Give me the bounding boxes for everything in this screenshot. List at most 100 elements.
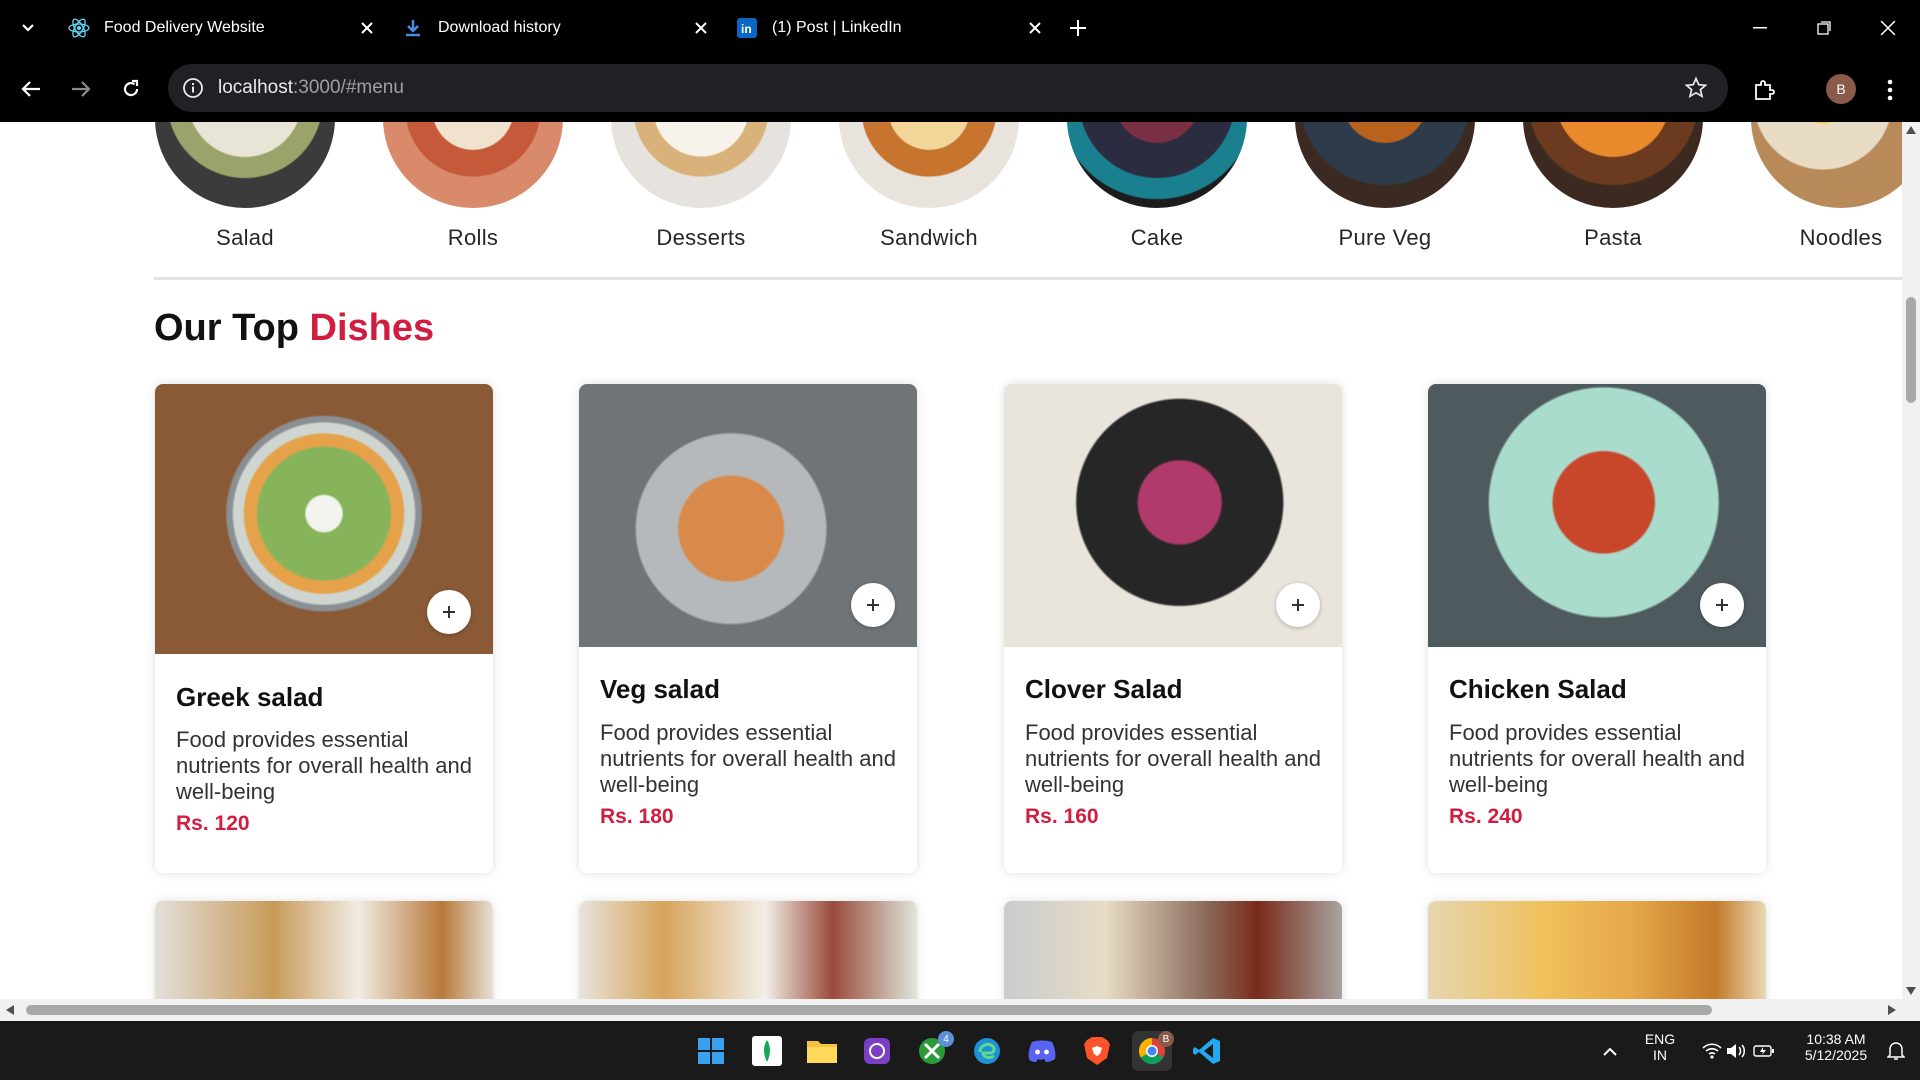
- xbox-icon[interactable]: 4: [912, 1031, 954, 1071]
- profile-avatar[interactable]: B: [1826, 74, 1856, 104]
- scroll-right-icon[interactable]: [1888, 1005, 1896, 1015]
- dish-photo: [1004, 384, 1342, 647]
- category-image: [155, 122, 335, 208]
- forward-arrow-icon[interactable]: [64, 72, 98, 106]
- show-hidden-icons-chevron-icon[interactable]: [1590, 1031, 1630, 1071]
- close-tab-icon[interactable]: [354, 15, 380, 41]
- dish-card[interactable]: Clover Salad Food provides essential nut…: [1004, 384, 1342, 873]
- dish-card[interactable]: Veg salad Food provides essential nutrie…: [579, 384, 917, 873]
- clock-time: 10:38 AM: [1806, 1031, 1866, 1047]
- discord-icon[interactable]: [1022, 1031, 1062, 1071]
- mongodb-compass-icon[interactable]: [747, 1031, 787, 1071]
- chrome-icon[interactable]: B: [1132, 1031, 1174, 1071]
- dish-description: Food provides essential nutrients for ov…: [600, 720, 896, 797]
- tab-food-delivery[interactable]: Food Delivery Website: [56, 8, 390, 48]
- category-image: [1295, 122, 1475, 208]
- vscode-icon[interactable]: [1187, 1031, 1227, 1071]
- dish-name: Greek salad: [176, 682, 324, 712]
- linkedin-icon: in: [736, 17, 758, 39]
- bookmark-star-icon[interactable]: [1684, 76, 1708, 100]
- add-to-cart-plus-icon[interactable]: [427, 590, 471, 634]
- back-arrow-icon[interactable]: [14, 72, 48, 106]
- language-indicator[interactable]: ENG IN: [1640, 1031, 1680, 1063]
- add-to-cart-plus-icon[interactable]: [1276, 583, 1320, 627]
- category-label: Sandwich: [880, 225, 978, 250]
- category-image: [383, 122, 563, 208]
- new-tab-plus-icon[interactable]: [1062, 12, 1094, 44]
- category-label: Cake: [1130, 225, 1184, 250]
- svg-text:in: in: [741, 22, 752, 36]
- horizontal-scroll-thumb[interactable]: [26, 1005, 1712, 1015]
- notifications-bell-icon[interactable]: [1876, 1031, 1916, 1071]
- profile-badge: B: [1158, 1031, 1174, 1047]
- close-tab-icon[interactable]: [688, 15, 714, 41]
- extensions-puzzle-icon[interactable]: [1748, 74, 1780, 106]
- scroll-up-icon[interactable]: [1906, 126, 1916, 134]
- notification-badge: 4: [938, 1031, 954, 1047]
- dish-photo: [579, 384, 917, 647]
- dish-price: Rs. 180: [600, 805, 674, 828]
- menu-kebab-icon[interactable]: [1874, 74, 1906, 106]
- dish-photo: [579, 901, 917, 999]
- category-image: [839, 122, 1019, 208]
- horizontal-scrollbar[interactable]: [0, 999, 1920, 1021]
- dish-name: Clover Salad: [1025, 674, 1183, 704]
- category-label: Salad: [216, 225, 274, 250]
- restore-icon[interactable]: [1802, 8, 1846, 48]
- language-code: ENG: [1644, 1031, 1676, 1047]
- section-divider: [154, 277, 1902, 280]
- file-explorer-icon[interactable]: [802, 1031, 842, 1071]
- region-code: IN: [1653, 1047, 1667, 1063]
- download-icon: [402, 17, 424, 39]
- dish-price: Rs. 160: [1025, 805, 1099, 828]
- tab-strip: Food Delivery Website Download history i…: [0, 0, 1920, 56]
- category-label: Noodles: [1799, 225, 1883, 250]
- dish-card[interactable]: [1428, 901, 1766, 999]
- windows-taskbar: 4 B ENG IN 10:38 AM 5/12/2025: [0, 1021, 1920, 1080]
- dish-card[interactable]: [1004, 901, 1342, 999]
- vertical-scroll-thumb[interactable]: [1906, 297, 1916, 403]
- category-image: [611, 122, 791, 208]
- photo-app-icon[interactable]: [857, 1031, 897, 1071]
- minimize-icon[interactable]: [1738, 8, 1782, 48]
- close-tab-icon[interactable]: [1022, 15, 1048, 41]
- section-title-main: Our Top: [154, 307, 299, 349]
- section-title: Our Top Dishes: [154, 307, 434, 350]
- page-viewport: Salad Rolls Desserts Sandwich Cake Pure …: [0, 122, 1902, 999]
- add-to-cart-plus-icon[interactable]: [851, 583, 895, 627]
- dish-photo: [155, 901, 493, 999]
- site-info-icon[interactable]: [182, 77, 204, 99]
- scroll-left-icon[interactable]: [6, 1005, 14, 1015]
- category-label: Rolls: [447, 225, 499, 250]
- add-to-cart-plus-icon[interactable]: [1700, 583, 1744, 627]
- tab-title: Food Delivery Website: [104, 19, 265, 36]
- url-text: localhost:3000/#menu: [218, 77, 404, 99]
- browser-toolbar: localhost:3000/#menu B: [0, 56, 1920, 122]
- category-label: Pure Veg: [1338, 225, 1432, 250]
- dish-card[interactable]: Chicken Salad Food provides essential nu…: [1428, 384, 1766, 873]
- dish-price: Rs. 240: [1449, 805, 1523, 828]
- dish-card[interactable]: Greek salad Food provides essential nutr…: [155, 384, 493, 873]
- section-title-accent: Dishes: [309, 307, 435, 349]
- tab-linkedin[interactable]: in (1) Post | LinkedIn: [724, 8, 1058, 48]
- category-label: Pasta: [1584, 225, 1642, 250]
- dish-price: Rs. 120: [176, 812, 250, 835]
- battery-icon[interactable]: [1744, 1031, 1784, 1071]
- url-host: localhost: [218, 77, 293, 98]
- tab-download-history[interactable]: Download history: [390, 8, 724, 48]
- dish-card[interactable]: [155, 901, 493, 999]
- close-window-icon[interactable]: [1866, 8, 1910, 48]
- brave-icon[interactable]: [1077, 1031, 1117, 1071]
- windows-start-icon[interactable]: [691, 1031, 731, 1071]
- dish-photo: [1428, 901, 1766, 999]
- category-image: [1523, 122, 1703, 208]
- clock[interactable]: 10:38 AM 5/12/2025: [1790, 1031, 1882, 1063]
- dish-card[interactable]: [579, 901, 917, 999]
- tab-search-chevron-icon[interactable]: [14, 14, 42, 42]
- edge-icon[interactable]: [967, 1031, 1007, 1071]
- vertical-scrollbar[interactable]: [1902, 122, 1920, 999]
- scroll-down-icon[interactable]: [1906, 987, 1916, 995]
- reload-icon[interactable]: [114, 72, 148, 106]
- category-image: [1751, 122, 1902, 208]
- address-bar[interactable]: localhost:3000/#menu: [168, 64, 1728, 112]
